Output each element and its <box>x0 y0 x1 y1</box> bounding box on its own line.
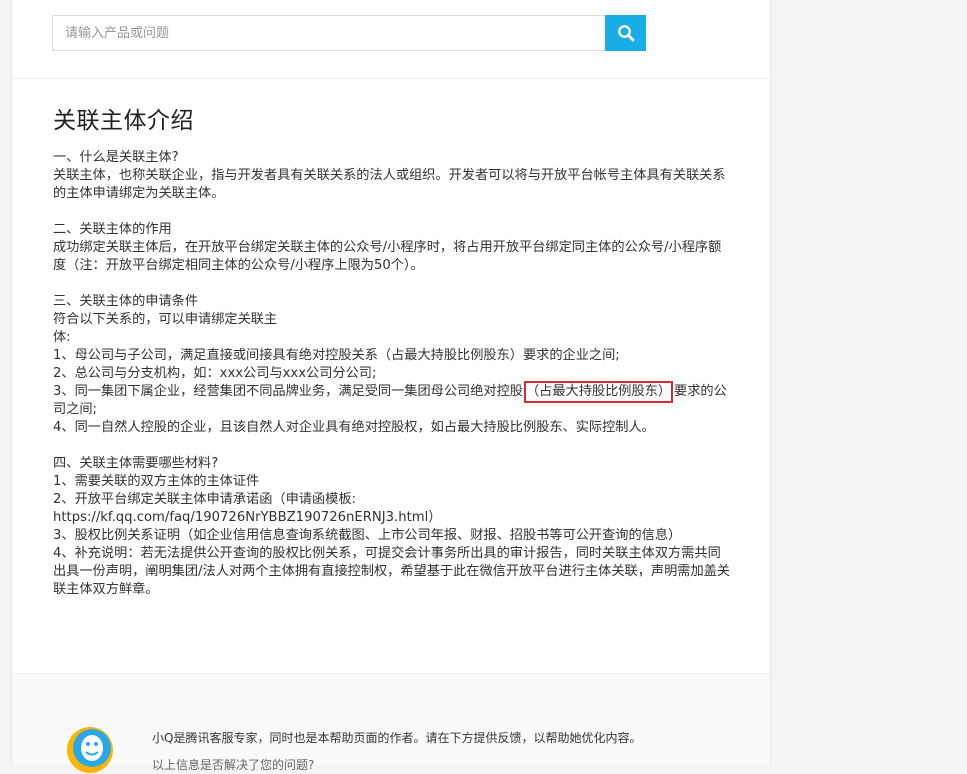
search-button[interactable] <box>605 15 646 51</box>
author-footer: 小Q是腾讯客服专家，同时也是本帮助页面的作者。请在下方提供反馈，以帮助她优化内容… <box>12 674 770 773</box>
section-2-heading: 二、关联主体的作用 <box>53 222 172 237</box>
section-4-heading: 四、关联主体需要哪些材料? <box>53 456 219 471</box>
section-4-item-4: 4、补充说明：若无法提供公开查询的股权比例关系，可提交会计事务所出具的审计报告，… <box>53 546 731 597</box>
content-card: 关联主体介绍 一、什么是关联主体? 关联主体，也称关联企业，指与开发者具有关联关… <box>11 0 771 773</box>
search-bar <box>52 15 646 51</box>
author-intro: 小Q是腾讯客服专家，同时也是本帮助页面的作者。请在下方提供反馈，以帮助她优化内容… <box>152 731 642 745</box>
section-1-body: 关联主体，也称关联企业，指与开发者具有关联关系的法人或组织。开发者可以将与开放平… <box>53 168 726 201</box>
article-title: 关联主体介绍 <box>53 108 194 134</box>
section-3-heading: 三、关联主体的申请条件 <box>53 294 199 309</box>
article-body: 一、什么是关联主体? 关联主体，也称关联企业，指与开发者具有关联关系的法人或组织… <box>53 149 733 599</box>
search-input[interactable] <box>52 15 605 51</box>
section-3-item-4: 4、同一自然人控股的企业，且该自然人对企业具有绝对控股权，如占最大持股比例股东、… <box>53 420 655 435</box>
highlight-box: （占最大持股比例股东） <box>523 381 674 403</box>
search-icon <box>617 25 634 42</box>
section-3-item-1: 1、母公司与子公司，满足直接或间接具有绝对控股关系（占最大持股比例股东）要求的企… <box>53 348 620 363</box>
template-url-text: https://kf.qq.com/faq/190726NrYBBZ190726… <box>53 510 442 525</box>
section-4-item-1: 1、需要关联的双方主体的主体证件 <box>53 474 260 489</box>
section-4-item-2: 2、开放平台绑定关联主体申请承诺函（申请函模板: <box>53 492 356 507</box>
section-3-item-3: 3、同一集团下属企业，经营集团不同品牌业务，满足受同一集团母公司绝对控股 （占最大… <box>53 381 733 419</box>
section-1-heading: 一、什么是关联主体? <box>53 150 179 165</box>
section-3-intro-b: 体: <box>53 330 71 345</box>
section-2-body: 成功绑定关联主体后，在开放平台绑定关联主体的公众号/小程序时，将占用开放平台绑定… <box>53 240 722 273</box>
section-3-intro-a: 符合以下关系的，可以申请绑定关联主 <box>53 312 278 327</box>
section-4-item-3: 3、股权比例关系证明（如企业信用信息查询系统截图、上市公司年报、财报、招股书等可… <box>53 528 682 543</box>
section-3-item-3-start: 3、同一集团下属企业，经营集团不同品牌业务，满足受同一集团母公司绝对控股 <box>53 384 523 399</box>
qq-penguin-avatar-icon <box>67 727 113 773</box>
header-divider <box>12 78 770 79</box>
